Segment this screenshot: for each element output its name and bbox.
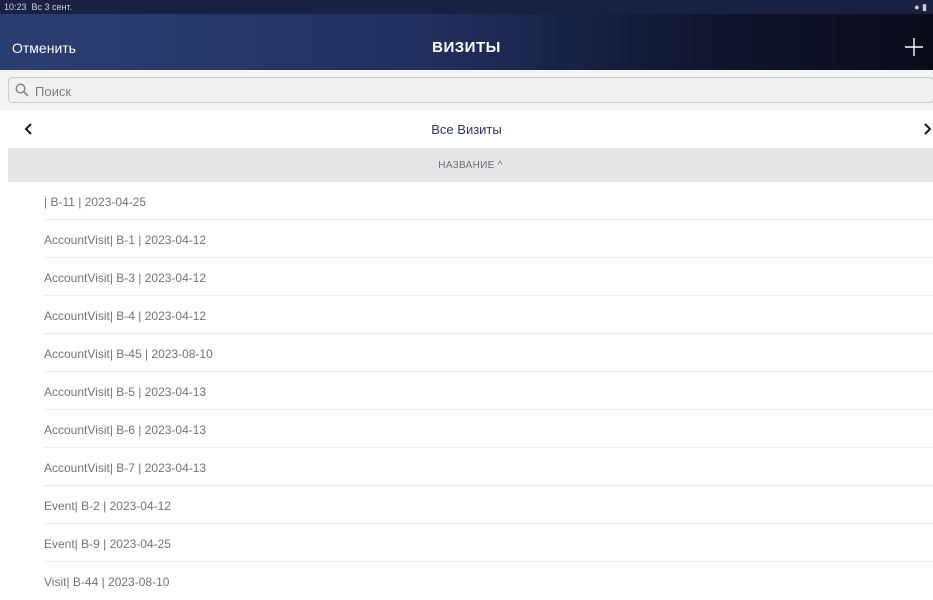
filter-label[interactable]: Все Визиты [0, 122, 933, 137]
list-item-label: Event| В-2 | 2023-04-12 [44, 499, 171, 513]
list-item[interactable]: Visit| В-44 | 2023-08-10 [0, 562, 933, 600]
list-item-label: AccountVisit| В-45 | 2023-08-10 [44, 347, 213, 361]
list-item-label: Event| В-9 | 2023-04-25 [44, 537, 171, 551]
status-date: Вс 3 сент. [31, 2, 73, 12]
list-item-label: AccountVisit| В-1 | 2023-04-12 [44, 233, 207, 247]
filter-bar: Все Визиты [0, 110, 933, 148]
page-title: ВИЗИТЫ [432, 39, 501, 56]
next-filter-button[interactable] [920, 121, 933, 137]
list-item[interactable]: AccountVisit| В-6 | 2023-04-13 [0, 410, 933, 448]
search-bar [0, 70, 933, 110]
list-item[interactable]: AccountVisit| В-5 | 2023-04-13 [0, 372, 933, 410]
status-bar: 10:23 Вс 3 сент. ● ▮ [0, 0, 933, 14]
list-item-label: AccountVisit| В-6 | 2023-04-13 [44, 423, 207, 437]
visits-list: | В-11 | 2023-04-25 AccountVisit| В-1 | … [0, 182, 933, 591]
search-icon [15, 83, 29, 97]
list-item-label: AccountVisit| В-4 | 2023-04-12 [44, 309, 207, 323]
list-item-label: AccountVisit| В-7 | 2023-04-13 [44, 461, 207, 475]
list-item[interactable]: Event| В-9 | 2023-04-25 [0, 524, 933, 562]
list-item-label: AccountVisit| В-3 | 2023-04-12 [44, 271, 207, 285]
plus-icon [905, 38, 923, 56]
list-item[interactable]: AccountVisit| В-1 | 2023-04-12 [0, 220, 933, 258]
search-input[interactable] [33, 80, 917, 102]
status-time: 10:23 Вс 3 сент. [4, 2, 73, 12]
list-item[interactable]: | В-11 | 2023-04-25 [0, 182, 933, 220]
list-item-label: | В-11 | 2023-04-25 [44, 195, 147, 209]
list-item[interactable]: AccountVisit| В-45 | 2023-08-10 [0, 334, 933, 372]
list-item[interactable]: AccountVisit| В-7 | 2023-04-13 [0, 448, 933, 486]
sort-by-name-header[interactable]: НАЗВАНИЕ ^ [8, 160, 933, 171]
chevron-right-icon [924, 123, 932, 135]
column-header: НАЗВАНИЕ ^ [8, 148, 933, 182]
list-item[interactable]: Event| В-2 | 2023-04-12 [0, 486, 933, 524]
add-button[interactable] [903, 36, 925, 58]
status-icons: ● ▮ [914, 2, 927, 12]
list-item-label: Visit| В-44 | 2023-08-10 [44, 575, 170, 589]
search-field[interactable] [8, 77, 933, 103]
list-item[interactable]: AccountVisit| В-3 | 2023-04-12 [0, 258, 933, 296]
navigation-bar: Отменить ВИЗИТЫ [0, 14, 933, 70]
list-item-label: AccountVisit| В-5 | 2023-04-13 [44, 385, 207, 399]
list-item[interactable]: AccountVisit| В-4 | 2023-04-12 [0, 296, 933, 334]
